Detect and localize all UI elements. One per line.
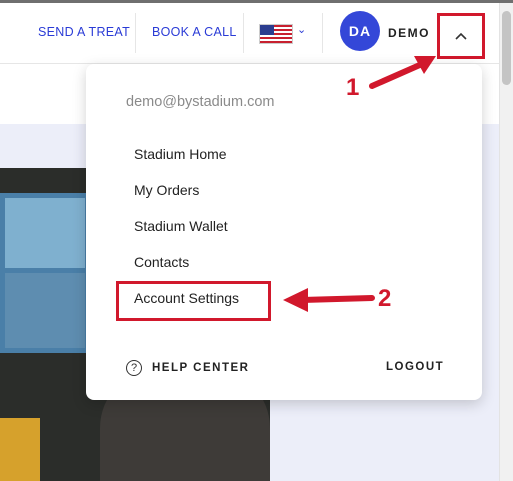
- scrollbar-thumb[interactable]: [502, 11, 511, 85]
- annotation-arrow-2: [283, 288, 375, 312]
- annotation-step-number: 2: [378, 285, 392, 312]
- page-scrollbar[interactable]: [499, 3, 513, 481]
- annotation-arrows: [283, 56, 436, 312]
- annotation-step-number: 1: [346, 74, 360, 101]
- annotation-arrow-1: [369, 56, 436, 89]
